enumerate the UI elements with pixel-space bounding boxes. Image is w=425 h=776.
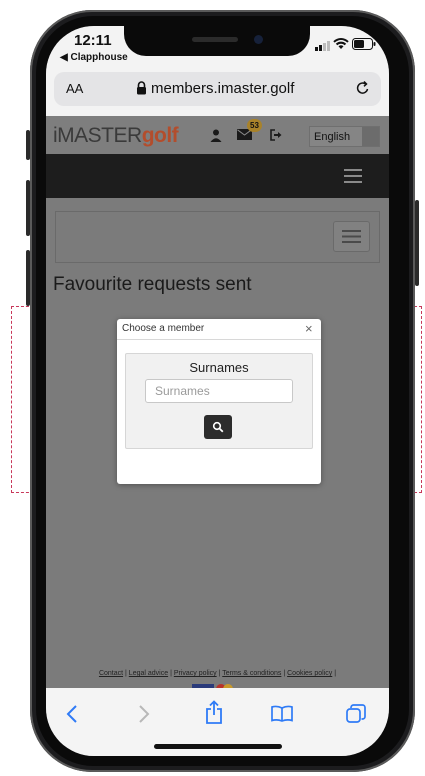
power-button [415, 200, 419, 286]
mute-switch [26, 130, 30, 160]
input-placeholder: Surnames [155, 384, 210, 398]
battery-icon [352, 38, 376, 50]
front-camera [254, 35, 263, 44]
footer-link-terms[interactable]: Terms & conditions [222, 670, 281, 677]
site-header: iMASTERgolf 53 English [46, 116, 389, 154]
footer-separator: | [283, 670, 286, 677]
user-icon[interactable] [210, 129, 222, 142]
surname-search-input[interactable]: Surnames [145, 379, 293, 403]
footer-separator: | [125, 670, 127, 677]
back-to-app-link[interactable]: ◀ Clapphouse [60, 52, 128, 63]
language-select[interactable]: English [309, 126, 380, 147]
language-dropdown-arrow [362, 127, 379, 146]
earpiece-speaker [192, 37, 238, 42]
footer-link-contact[interactable]: Contact [99, 670, 123, 677]
hamburger-icon [342, 230, 361, 243]
cellular-signal-icon [315, 40, 331, 51]
address-bar[interactable]: AA members.imaster.golf [54, 72, 381, 106]
dialog-header: Choose a member × [117, 319, 321, 340]
logo-golf-text: golf [141, 124, 179, 147]
search-button[interactable] [204, 415, 232, 439]
hamburger-menu-icon[interactable] [344, 169, 362, 183]
text-size-button[interactable]: AA [66, 81, 83, 96]
secondary-menu-toggle[interactable] [333, 221, 370, 252]
footer-link-privacy[interactable]: Privacy policy [174, 670, 217, 677]
footer-link-cookies[interactable]: Cookies policy [287, 670, 332, 677]
tabs-icon[interactable] [346, 704, 366, 724]
safari-toolbar [46, 688, 389, 756]
language-value: English [314, 131, 351, 143]
volume-up-button [26, 180, 30, 236]
footer-separator: | [170, 670, 172, 677]
notch [124, 26, 310, 56]
forward-arrow-icon[interactable] [138, 704, 150, 724]
footer-separator: | [334, 670, 337, 677]
footer-link-legal[interactable]: Legal advice [129, 670, 168, 677]
site-navbar [46, 154, 389, 198]
dialog-title: Choose a member [122, 323, 205, 334]
logo-imaster-text: iMASTER [53, 124, 142, 147]
phone-screen: 12:11 ◀ Clapphouse AA members.imaster.go… [46, 26, 389, 756]
url-text: members.imaster.golf [151, 80, 295, 97]
volume-down-button [26, 250, 30, 306]
search-icon [212, 421, 224, 433]
site-footer: Contact | Legal advice | Privacy policy … [46, 664, 389, 690]
footer-links: Contact | Legal advice | Privacy policy … [46, 670, 389, 677]
page-title: Favourite requests sent [53, 274, 252, 295]
site-logo[interactable]: iMASTERgolf [53, 124, 179, 148]
reload-icon[interactable] [355, 80, 371, 96]
clock: 12:11 [74, 32, 112, 49]
home-indicator[interactable] [154, 744, 282, 749]
bookmarks-icon[interactable] [271, 705, 293, 722]
footer-separator: | [218, 670, 221, 677]
back-arrow-icon[interactable] [66, 704, 78, 724]
wifi-icon [333, 38, 349, 50]
logout-icon[interactable] [270, 129, 283, 141]
surnames-label: Surnames [189, 360, 249, 375]
dialog-close-button[interactable]: × [305, 322, 313, 335]
lock-icon [136, 81, 147, 95]
choose-member-dialog: Choose a member × Surnames Surnames [117, 319, 321, 484]
share-icon[interactable] [205, 700, 223, 724]
mail-count-badge: 53 [247, 119, 262, 132]
secondary-nav [55, 211, 380, 263]
